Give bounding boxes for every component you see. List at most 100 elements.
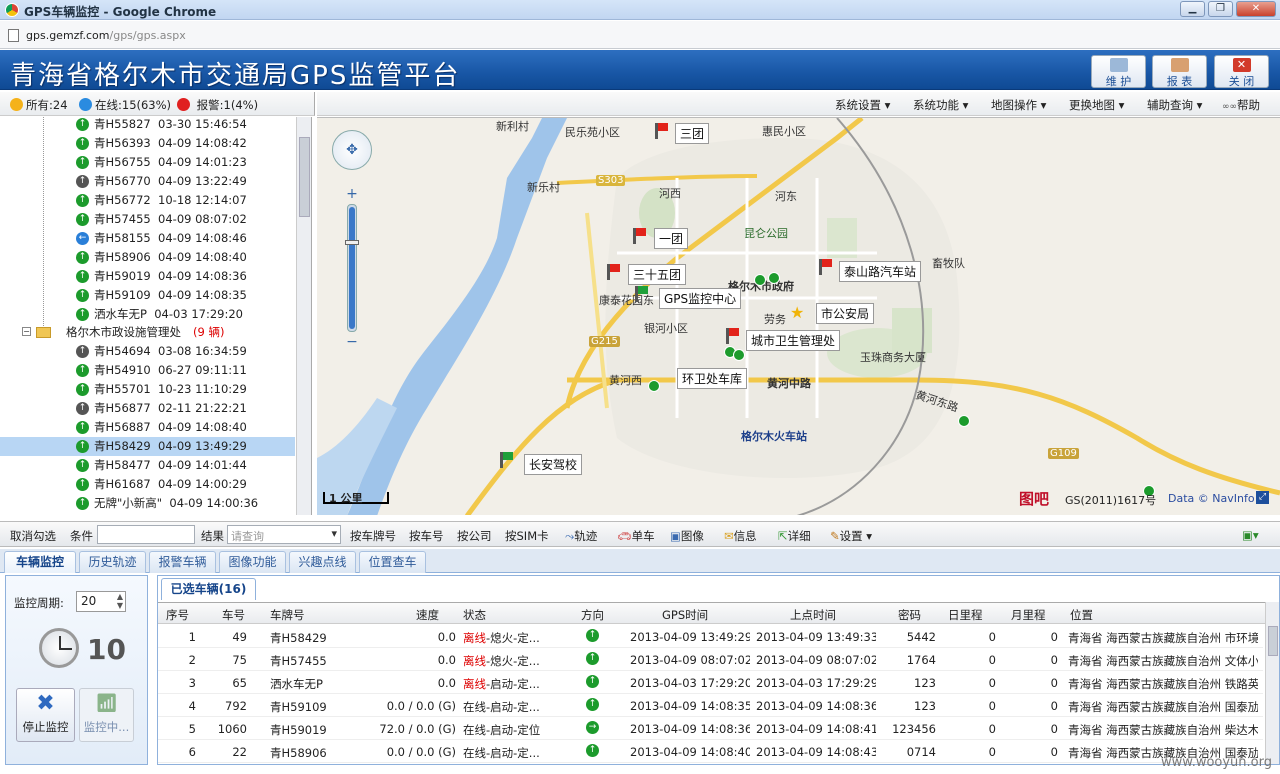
vehicle-tree-item[interactable]: ↑ 青H56877 02-11 21:22:21 (0, 399, 295, 418)
online-count[interactable]: 在线:15(63%) (79, 97, 171, 113)
map-view[interactable]: ✥ + − 新利村 民乐苑小区 惠民小区 新乐村 河西 河东 昆仑公园 畜牧队 … (317, 117, 1280, 515)
callout-label[interactable]: 三十五团 (628, 264, 687, 285)
maintenance-button[interactable]: 维 护 (1091, 55, 1146, 88)
close-button[interactable]: ✕ 关 闭 (1214, 55, 1269, 88)
tab-image-functions[interactable]: 图像功能 (219, 551, 286, 573)
table-row[interactable]: 4 792 青H59109 0.0 / 0.0 (G) 在线-启动-定... 2013-0… (158, 694, 1263, 717)
address-bar[interactable]: gps.gemzf.com/gps/gps.aspx (0, 21, 1280, 49)
stop-monitor-button[interactable]: ✖ 停止监控 (16, 688, 75, 742)
col-header[interactable]: 序号 (166, 607, 189, 623)
tab-vehicle-monitor[interactable]: 车辆监控 (4, 551, 76, 573)
track-button[interactable]: ⤳轨迹 (565, 528, 597, 544)
pan-control[interactable]: ✥ + − (332, 130, 372, 350)
callout-label[interactable]: 市公安局 (816, 303, 875, 324)
settings-button[interactable]: ✎设置 ▾ (830, 528, 872, 544)
vehicle-tree-item[interactable]: ↑ 青H54910 06-27 09:11:11 (0, 361, 295, 380)
vehicle-tree-item[interactable]: ↑ 青H58477 04-09 14:01:44 (0, 456, 295, 475)
menu-change-map[interactable]: 更换地图 ▾ (1069, 97, 1124, 113)
menu-assist-query[interactable]: 辅助查询 ▾ (1147, 97, 1202, 113)
callout-label[interactable]: 环卫处车库 (677, 368, 748, 389)
collapse-icon[interactable]: − (22, 327, 31, 336)
vehicle-tree-item[interactable]: ↑ 青H59109 04-09 14:08:35 (0, 286, 295, 305)
all-count[interactable]: 所有:24 (10, 97, 68, 113)
col-header[interactable]: 日里程 (948, 607, 983, 623)
vehicle-tree-item[interactable]: ↑ 青H58906 04-09 14:08:40 (0, 248, 295, 267)
by-number-button[interactable]: 按车号 (409, 528, 444, 544)
result-select[interactable]: 请查询 ▾ (227, 525, 341, 544)
tab-location-search[interactable]: 位置查车 (359, 551, 426, 573)
col-header[interactable]: 月里程 (1011, 607, 1046, 623)
callout-label[interactable]: 长安驾校 (524, 454, 583, 475)
zoom-slider[interactable] (345, 204, 359, 332)
restore-button[interactable]: ❐ (1208, 1, 1233, 17)
col-header[interactable]: 方向 (581, 607, 604, 623)
zoom-slider-handle[interactable] (345, 240, 359, 245)
vehicle-tree-item[interactable]: ↑ 青H55827 03-30 15:46:54 (0, 117, 295, 134)
vehicle-marker-icon[interactable] (754, 274, 766, 286)
by-company-button[interactable]: 按公司 (457, 528, 492, 544)
menu-system-settings[interactable]: 系统设置 ▾ (835, 97, 890, 113)
vehicle-tree-item[interactable]: ↑ 青H56770 04-09 13:22:49 (0, 172, 295, 191)
vehicle-marker-icon[interactable] (648, 380, 660, 392)
vehicle-tree-item[interactable]: ↑ 洒水车无P 04-03 17:29:20 (0, 305, 295, 324)
col-header[interactable]: 密码 (898, 607, 921, 623)
layout-toggle-icon[interactable]: ▣▾ (1242, 528, 1259, 542)
menu-system-functions[interactable]: 系统功能 ▾ (913, 97, 968, 113)
red-flag-icon[interactable] (633, 228, 646, 244)
vehicle-tree-item[interactable]: ↑ 青H55701 10-23 11:10:29 (0, 380, 295, 399)
period-stepper[interactable]: 20 ▲ ▼ (76, 591, 126, 612)
vehicle-marker-icon[interactable] (733, 349, 745, 361)
callout-label[interactable]: 三团 (675, 123, 710, 144)
tree-scrollbar[interactable] (296, 117, 311, 515)
map-fullscreen-icon[interactable]: ⤢ (1256, 491, 1269, 504)
red-flag-icon[interactable] (819, 259, 832, 275)
col-header[interactable]: 上点时间 (790, 607, 836, 623)
vehicle-tree-item[interactable]: ↑ 青H54694 03-08 16:34:59 (0, 342, 295, 361)
col-header[interactable]: 车牌号 (270, 607, 305, 623)
green-flag-icon[interactable] (500, 452, 513, 468)
callout-label[interactable]: 城市卫生管理处 (746, 330, 841, 351)
vehicle-tree-item[interactable]: ↑ 青H58429 04-09 13:49:29 (0, 437, 295, 456)
menu-help[interactable]: ∞∞帮助 (1222, 97, 1260, 113)
close-window-button[interactable]: ✕ (1236, 1, 1276, 17)
tab-alarm-vehicles[interactable]: 报警车辆 (149, 551, 216, 573)
col-header[interactable]: 速度 (416, 607, 439, 623)
green-flag-icon[interactable] (635, 286, 648, 302)
red-flag-icon[interactable] (726, 328, 739, 344)
condition-input[interactable] (97, 525, 195, 544)
report-button[interactable]: 报 表 (1152, 55, 1207, 88)
grid-scroll-thumb[interactable] (1268, 626, 1278, 656)
vehicle-tree-item[interactable]: ↑ 青H56772 10-18 12:14:07 (0, 191, 295, 210)
vehicle-tree-item[interactable]: ↑ 青H59019 04-09 14:08:36 (0, 267, 295, 286)
info-button[interactable]: ✉信息 (724, 528, 757, 544)
stepper-arrows-icon[interactable]: ▲ ▼ (117, 592, 123, 610)
menu-map-operations[interactable]: 地图操作 ▾ (991, 97, 1046, 113)
zoom-out-button[interactable]: − (344, 334, 360, 350)
callout-label[interactable]: 泰山路汽车站 (839, 261, 922, 282)
grid-scrollbar[interactable] (1265, 602, 1279, 764)
detail-button[interactable]: ⇱详细 (778, 528, 811, 544)
vehicle-tree-item[interactable]: ↑ 青H56755 04-09 14:01:23 (0, 153, 295, 172)
table-row[interactable]: 1 49 青H58429 0.0 离线-熄火-定... 2013-04-09 13:49:… (158, 625, 1263, 648)
image-button[interactable]: ▣图像 (670, 528, 704, 544)
table-row[interactable]: 6 22 青H58906 0.0 / 0.0 (G) 在线-启动-定... 2013-04… (158, 740, 1263, 763)
vehicle-marker-icon[interactable] (958, 415, 970, 427)
col-header[interactable]: 状态 (463, 607, 486, 623)
vehicle-tree-item[interactable]: ← 青H58155 04-09 14:08:46 (0, 229, 295, 248)
alarm-count[interactable]: 报警:1(4%) (177, 97, 258, 113)
red-flag-icon[interactable] (607, 264, 620, 280)
col-header[interactable]: 位置 (1070, 607, 1093, 623)
by-plate-button[interactable]: 按车牌号 (350, 528, 396, 544)
callout-label[interactable]: 一团 (654, 228, 689, 249)
by-sim-button[interactable]: 按SIM卡 (505, 528, 549, 544)
vehicle-marker-icon[interactable] (768, 272, 780, 284)
tree-group-node[interactable]: − 格尔木市政设施管理处 (9 辆) (0, 323, 295, 342)
tab-history-track[interactable]: 历史轨迹 (79, 551, 146, 573)
vehicle-tree-item[interactable]: ↑ 青H56393 04-09 14:08:42 (0, 134, 295, 153)
selected-vehicles-tab[interactable]: 已选车辆(16) (161, 578, 256, 600)
red-flag-icon[interactable] (655, 123, 668, 139)
url-text[interactable]: gps.gemzf.com/gps/gps.aspx (26, 29, 186, 42)
star-icon[interactable]: ★ (790, 303, 804, 322)
zoom-in-button[interactable]: + (344, 186, 360, 202)
cancel-selection-button[interactable]: 取消勾选 (10, 528, 56, 544)
